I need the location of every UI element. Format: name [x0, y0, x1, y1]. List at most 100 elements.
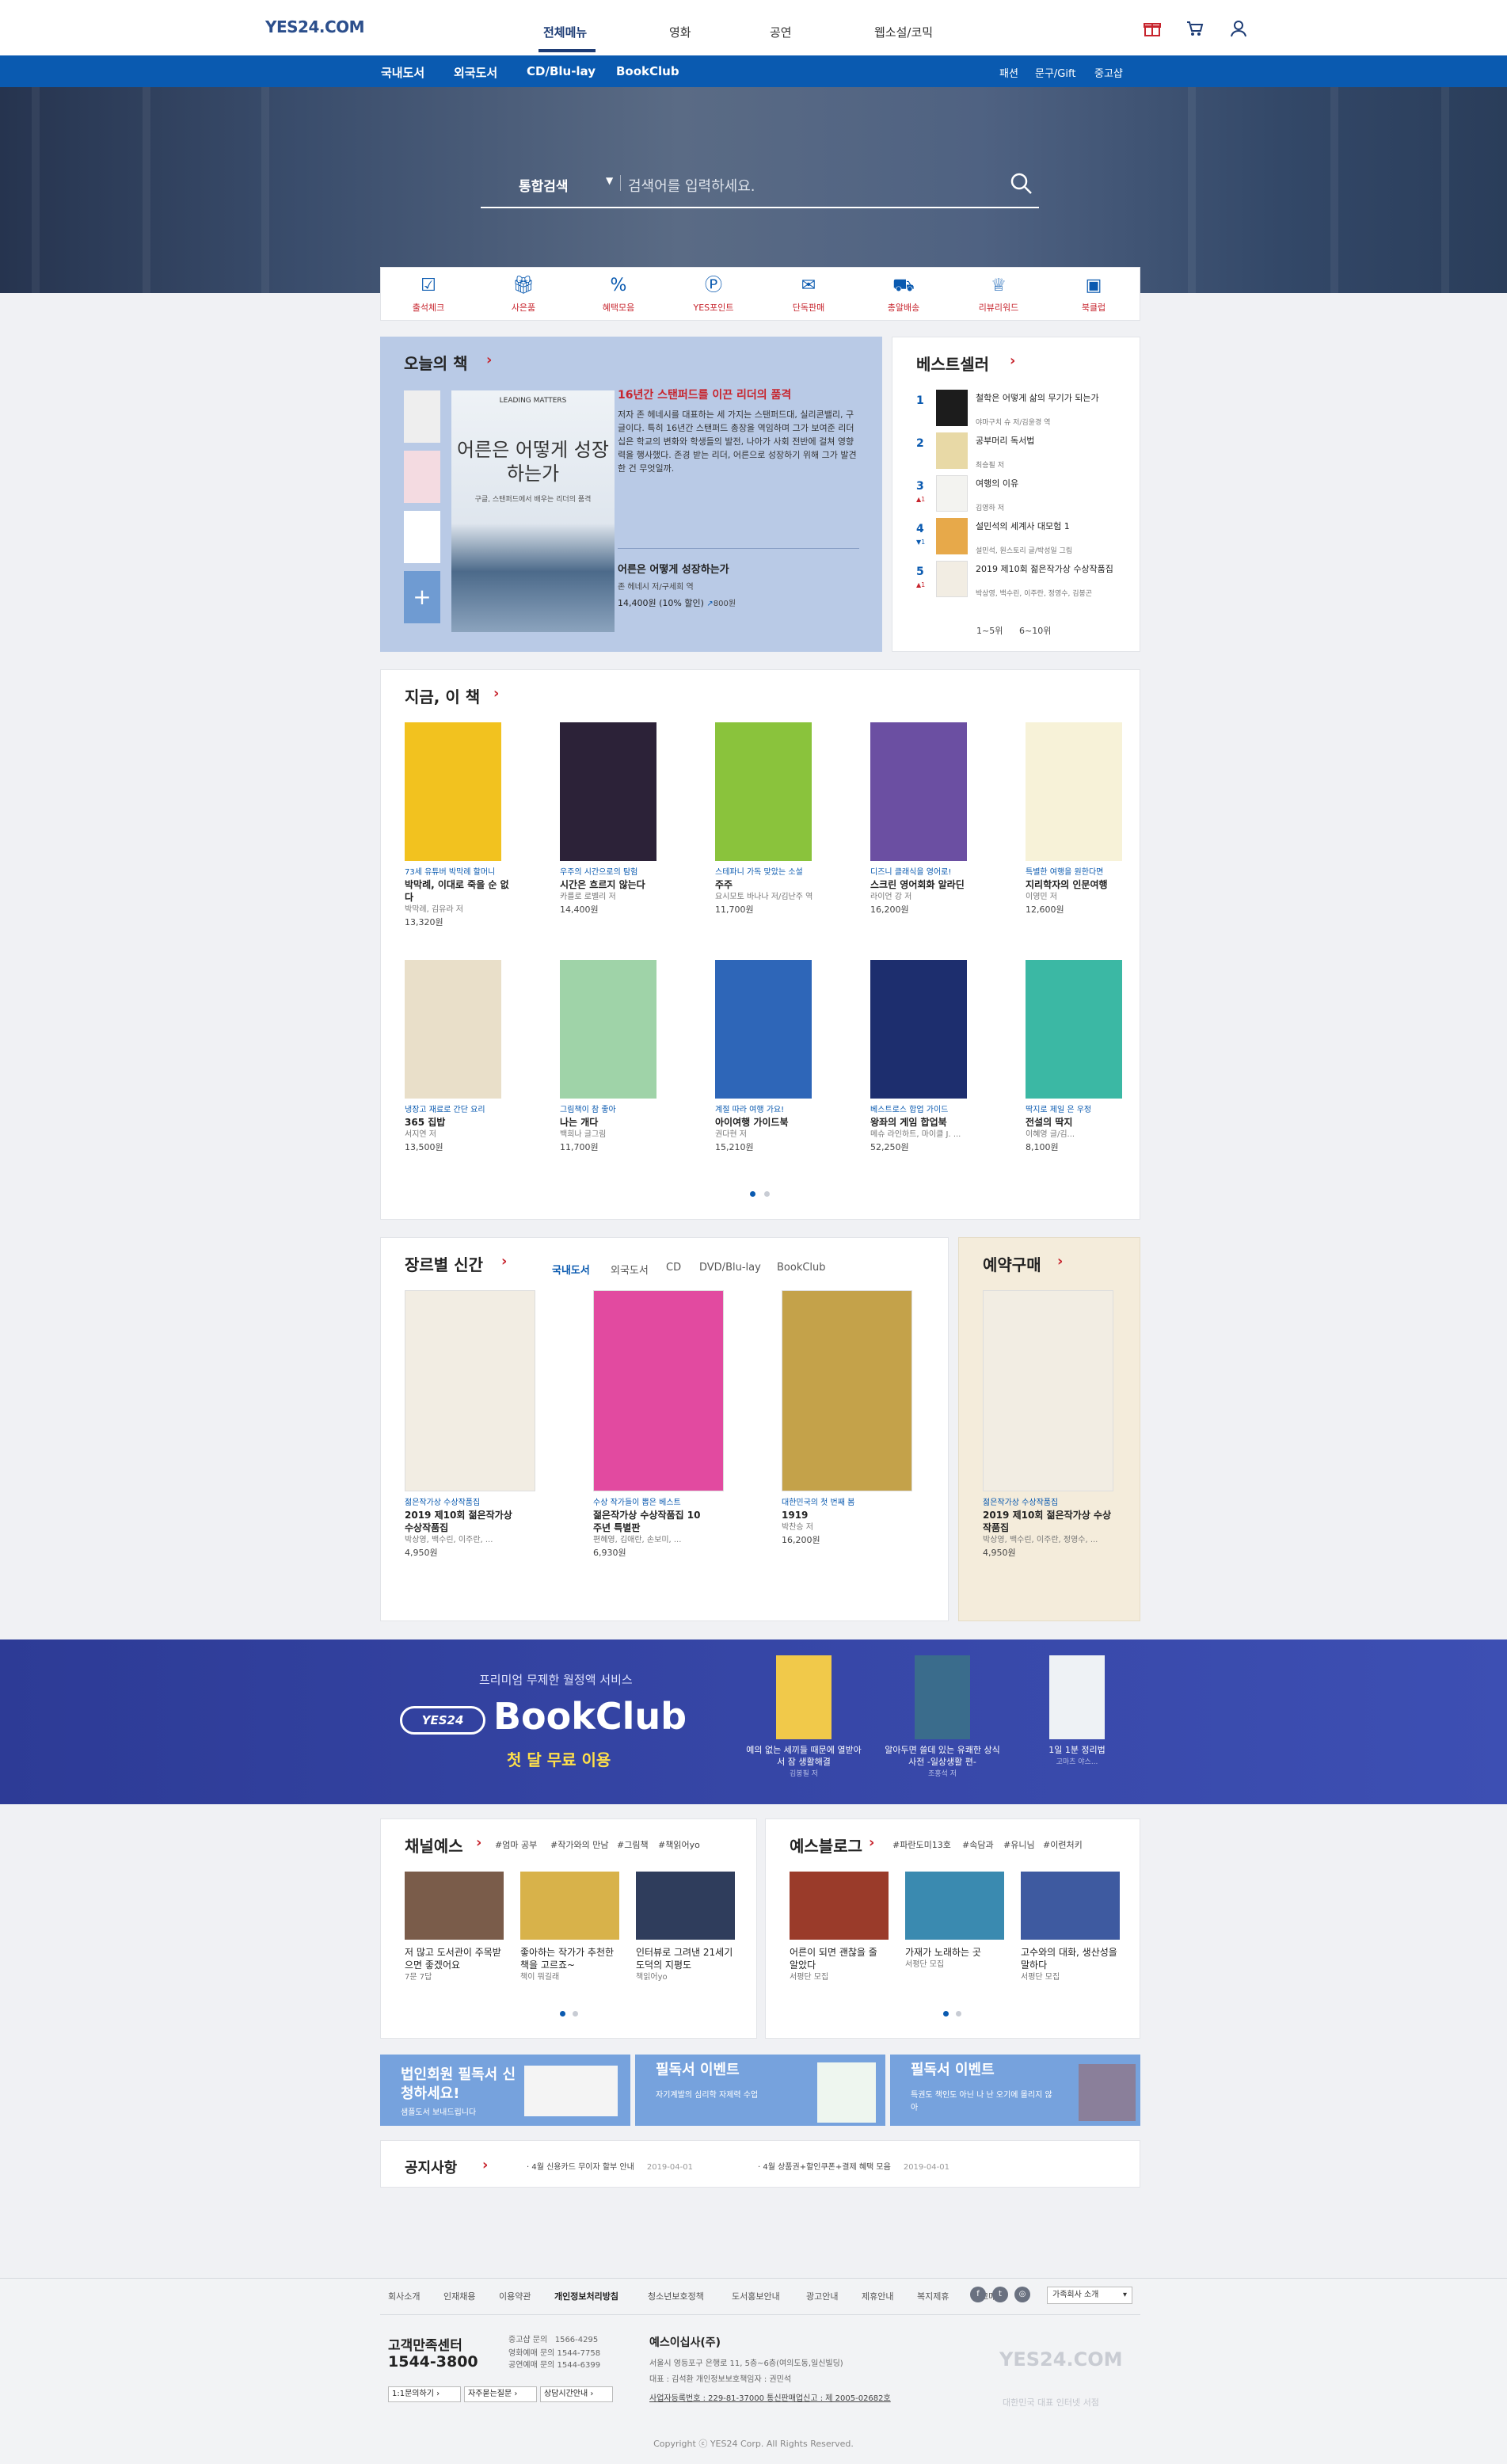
book-title[interactable]: 박막례, 이대로 죽을 순 없다: [405, 878, 516, 904]
book-cover[interactable]: [593, 1290, 724, 1491]
footer-link[interactable]: 회사소개: [388, 2290, 420, 2302]
book-title[interactable]: 나는 개다: [560, 1116, 671, 1129]
quick-item-exclusive[interactable]: ✉ 단독판매: [761, 274, 856, 314]
book-item[interactable]: 대한민국의 첫 번째 봄 1919 박찬승 저 16,200원: [782, 1290, 912, 1547]
book-title[interactable]: 아이여행 가이드북: [715, 1116, 826, 1129]
chevron-right-icon[interactable]: ›: [493, 685, 499, 702]
plus-icon[interactable]: +: [404, 571, 440, 623]
book-cover[interactable]: [870, 960, 967, 1099]
footer-link[interactable]: 제휴안내: [862, 2290, 893, 2302]
carousel-dot[interactable]: [560, 2011, 565, 2017]
tab-cd[interactable]: CD: [666, 1262, 681, 1274]
article-thumbnail[interactable]: [405, 1872, 504, 1940]
twitter-icon[interactable]: t: [992, 2287, 1008, 2302]
hashtag[interactable]: #속담과: [962, 1838, 994, 1851]
book-cover[interactable]: [560, 722, 656, 861]
yes24-logo[interactable]: YES24.COM: [265, 17, 365, 36]
cat-used-shop[interactable]: 중고샵: [1094, 65, 1123, 80]
book-cover[interactable]: [715, 960, 812, 1099]
gift-icon[interactable]: [1143, 19, 1162, 38]
bestseller-item[interactable]: 4 ▼1 설민석의 세계사 대모험 1 설민석, 원스토리 글/박성일 그림: [916, 518, 1130, 556]
company-line[interactable]: 사업자등록번호 : 229-81-37000 통신판매업신고 : 제 2005-…: [649, 2391, 891, 2403]
nav-movie[interactable]: 영화: [669, 24, 691, 40]
article-thumbnail[interactable]: [905, 1872, 1004, 1940]
cat-domestic-books[interactable]: 국내도서: [381, 64, 424, 81]
tab-bookclub[interactable]: BookClub: [777, 1262, 826, 1274]
hashtag[interactable]: #파란도미13호: [892, 1838, 951, 1851]
bestseller-item[interactable]: 3 ▲1 여행의 이유 김영하 저: [916, 475, 1130, 513]
banner-book[interactable]: 예의 없는 세끼들 때문에 열받아서 잠 생활해결 김봉필 저: [744, 1655, 863, 1778]
nav-all-menu[interactable]: 전체메뉴: [543, 24, 587, 40]
article-item[interactable]: 고수와의 대화, 생산성을 말하다 서평단 모집: [1021, 1872, 1120, 1984]
bestseller-item[interactable]: 1 철학은 어떻게 삶의 무기가 되는가 야마구치 슈 저/김윤경 역: [916, 390, 1130, 428]
book-item[interactable]: 딱지로 제일 은 우정 전설의 딱지 이혜영 글/김... 8,100원: [1026, 960, 1136, 1154]
book-title[interactable]: 지리학자의 인문여행: [1026, 878, 1136, 891]
book-item[interactable]: 젊은작가상 수상작품집 2019 제10회 젊은작가상 수상작품집 박상영, 백수린…: [405, 1290, 535, 1560]
book-cover[interactable]: [405, 1290, 535, 1491]
chevron-right-icon[interactable]: ›: [501, 1253, 507, 1270]
book-cover[interactable]: [405, 722, 501, 861]
chevron-right-icon[interactable]: ›: [482, 2157, 488, 2173]
hashtag[interactable]: #그림책: [617, 1838, 649, 1851]
user-icon[interactable]: [1229, 19, 1248, 38]
cat-fashion[interactable]: 패션: [999, 65, 1018, 80]
book-title[interactable]: 1919: [782, 1509, 892, 1521]
book-item[interactable]: 베스트로스 합업 가이드 왕좌의 게임 합업북 메슈 라인하트, 마이클 J. ..…: [870, 960, 981, 1154]
cat-bookclub[interactable]: BookClub: [616, 64, 679, 78]
reserve-book[interactable]: 젊은작가상 수상작품집 2019 제10회 젊은작가상 수상작품집 박상영, 백…: [983, 1290, 1113, 1560]
bookclub-banner[interactable]: 프리미엄 무제한 월정액 서비스 YES24 BookClub 첫 달 무료 이…: [0, 1639, 1507, 1804]
article-title[interactable]: 어른이 되면 괜찮을 줄 알았다: [790, 1946, 889, 1971]
article-title[interactable]: 가재가 노래하는 곳: [905, 1946, 1004, 1959]
cat-cd-bluray[interactable]: CD/Blu-lay: [527, 64, 596, 78]
book-title[interactable]: 전설의 딱지: [1026, 1116, 1136, 1129]
carousel-dot[interactable]: [956, 2011, 961, 2017]
search-icon[interactable]: [1010, 172, 1033, 196]
quick-item-bookclub[interactable]: ▣ 북클럽: [1046, 274, 1141, 314]
nav-webnovel[interactable]: 웹소설/코믹: [874, 24, 933, 40]
footer-link[interactable]: 이용약관: [499, 2290, 531, 2302]
carousel-dot[interactable]: [573, 2011, 578, 2017]
book-item[interactable]: 우주의 시간으로의 탐험 시간은 흐르지 않는다 카를로 로벨리 저 14,400원: [560, 722, 671, 916]
carousel-dot[interactable]: [943, 2011, 949, 2017]
banner-book[interactable]: 알아두면 쓸데 있는 유쾌한 상식사전 -일상생활 편- 조홍석 저: [883, 1655, 1002, 1778]
cs-button-inquiry[interactable]: 1:1문의하기 ›: [388, 2386, 461, 2402]
book-cover[interactable]: [715, 722, 812, 861]
banner-book[interactable]: 1일 1분 정리법 고마츠 야스...: [1018, 1655, 1136, 1766]
today-thumb[interactable]: [404, 511, 440, 563]
notice-item[interactable]: · 4월 신용카드 무이자 할부 안내 2019-04-01: [527, 2160, 693, 2172]
book-item[interactable]: 스테파니 가독 맞았는 소설 주주 요시모토 바나나 저/김난주 역 11,700원: [715, 722, 826, 916]
hashtag[interactable]: #책읽어yo: [658, 1838, 700, 1851]
article-thumbnail[interactable]: [520, 1872, 619, 1940]
quick-item-gift[interactable]: 🎁︎ 사은품: [476, 274, 571, 314]
footer-link[interactable]: 광고안내: [806, 2290, 838, 2302]
nav-performance[interactable]: 공연: [770, 24, 792, 40]
chevron-right-icon[interactable]: ›: [476, 1834, 481, 1851]
book-item[interactable]: 그림책이 참 좋아 나는 개다 백희나 글그림 11,700원: [560, 960, 671, 1154]
footer-link[interactable]: 청소년보호정책: [648, 2290, 704, 2302]
article-title[interactable]: 고수와의 대화, 생산성을 말하다: [1021, 1946, 1120, 1971]
bestseller-item[interactable]: 2 공부머리 독서법 최승필 저: [916, 432, 1130, 470]
book-item[interactable]: 디즈니 클래식을 영어로! 스크린 영어회화 알라딘 라이언 강 저 16,200원: [870, 722, 981, 916]
today-book-title[interactable]: 어른은 어떻게 성장하는가: [618, 561, 729, 576]
search-input[interactable]: 검색어를 입력하세요.: [628, 175, 755, 196]
footer-link[interactable]: 인재채용: [443, 2290, 475, 2302]
instagram-icon[interactable]: ◎: [1014, 2287, 1030, 2302]
book-cover[interactable]: [1026, 960, 1122, 1099]
article-thumbnail[interactable]: [1021, 1872, 1120, 1940]
book-title[interactable]: 스크린 영어회화 알라딘: [870, 878, 981, 891]
book-item[interactable]: 73세 유튜버 박막례 할머니 박막례, 이대로 죽을 순 없다 박막례, 김유라 …: [405, 722, 516, 929]
search-scope-select[interactable]: 통합검색: [519, 175, 569, 195]
article-item[interactable]: 어른이 되면 괜찮을 줄 알았다 서평단 모집: [790, 1872, 889, 1984]
book-cover[interactable]: [405, 960, 501, 1099]
article-item[interactable]: 저 많고 도서관이 주목받으면 좋겠어요 7문 7답: [405, 1872, 504, 1984]
book-cover[interactable]: [870, 722, 967, 861]
article-title[interactable]: 인터뷰로 그려낸 21세기 도덕의 지평도: [636, 1946, 735, 1971]
hashtag[interactable]: #이련처키: [1043, 1838, 1083, 1851]
quick-item-attendance[interactable]: ☑ 출석체크: [381, 274, 476, 314]
today-book-cover[interactable]: LEADING MATTERS 어른은 어떻게 성장하는가 구글, 스탠퍼드에서…: [451, 390, 615, 632]
promo-event-1[interactable]: 필독서 이벤트 자기계발의 심리학 자제력 수업: [635, 2055, 885, 2126]
book-item[interactable]: 계절 따라 여행 가요! 아이여행 가이드북 권다현 저 15,210원: [715, 960, 826, 1154]
footer-link[interactable]: 개인정보처리방침: [554, 2290, 618, 2302]
hashtag[interactable]: #유니님: [1003, 1838, 1035, 1851]
carousel-dot[interactable]: [750, 1191, 755, 1197]
